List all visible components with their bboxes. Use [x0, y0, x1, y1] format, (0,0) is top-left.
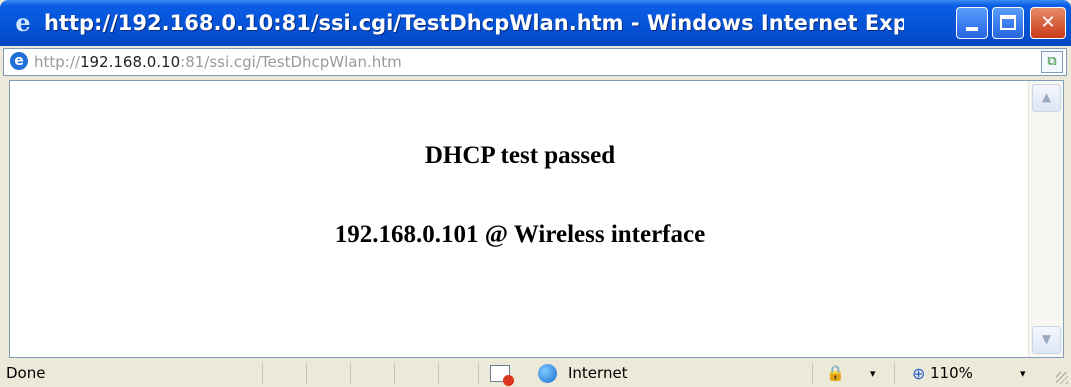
address-bar[interactable]: e http://192.168.0.10:81/ssi.cgi/TestDhc…: [3, 48, 1067, 76]
zoom-level[interactable]: 110%: [930, 360, 973, 387]
status-divider: [438, 363, 439, 384]
resize-grip-icon[interactable]: [1056, 372, 1068, 384]
close-icon: ✕: [1040, 12, 1056, 33]
status-divider: [306, 363, 307, 384]
protected-mode-dropdown-icon[interactable]: ▾: [870, 360, 876, 387]
maximize-button[interactable]: [992, 7, 1024, 39]
security-zone-label[interactable]: Internet: [568, 360, 628, 387]
popup-blocked-icon[interactable]: [490, 365, 514, 386]
url-path: :81/ssi.cgi/TestDhcpWlan.htm: [180, 53, 402, 71]
window-title: http://192.168.0.10:81/ssi.cgi/TestDhcpW…: [44, 11, 904, 35]
address-url[interactable]: http://192.168.0.10:81/ssi.cgi/TestDhcpW…: [34, 53, 402, 71]
url-scheme: http://: [34, 53, 80, 71]
minimize-icon: [957, 8, 987, 38]
scroll-up-button[interactable]: ▲: [1032, 84, 1061, 112]
status-divider: [894, 363, 895, 384]
ie-icon: e: [15, 8, 31, 37]
status-divider: [262, 363, 263, 384]
title-bar[interactable]: e http://192.168.0.10:81/ssi.cgi/TestDhc…: [0, 0, 1071, 46]
url-host: 192.168.0.10: [79, 53, 181, 71]
status-text: Done: [6, 364, 46, 382]
protected-mode-icon[interactable]: 🔒: [826, 360, 845, 387]
vertical-scrollbar[interactable]: ▲ ▼: [1028, 81, 1063, 357]
zoom-dropdown-icon[interactable]: ▾: [1020, 360, 1026, 387]
close-button[interactable]: ✕: [1030, 7, 1066, 39]
internet-zone-icon: [538, 364, 557, 383]
page-content: DHCP test passed 192.168.0.101 @ Wireles…: [10, 81, 1030, 357]
dhcp-status-heading: DHCP test passed: [424, 142, 616, 169]
maximize-icon: [993, 8, 1023, 38]
page-icon: e: [10, 52, 28, 70]
compatibility-view-icon[interactable]: ⧉: [1041, 51, 1063, 73]
ip-interface-heading: 192.168.0.101 @ Wireless interface: [334, 221, 706, 248]
scroll-down-button[interactable]: ▼: [1032, 326, 1061, 354]
zoom-icon: ⊕: [912, 364, 926, 383]
status-divider: [478, 363, 479, 384]
status-divider: [394, 363, 395, 384]
browser-window: e http://192.168.0.10:81/ssi.cgi/TestDhc…: [0, 0, 1071, 387]
status-bar: Done Internet 🔒 ▾ ⊕ 110% ▾: [0, 360, 1071, 387]
minimize-button[interactable]: [956, 7, 988, 39]
status-divider: [812, 363, 813, 384]
status-divider: [350, 363, 351, 384]
page-viewport: DHCP test passed 192.168.0.101 @ Wireles…: [9, 80, 1064, 358]
